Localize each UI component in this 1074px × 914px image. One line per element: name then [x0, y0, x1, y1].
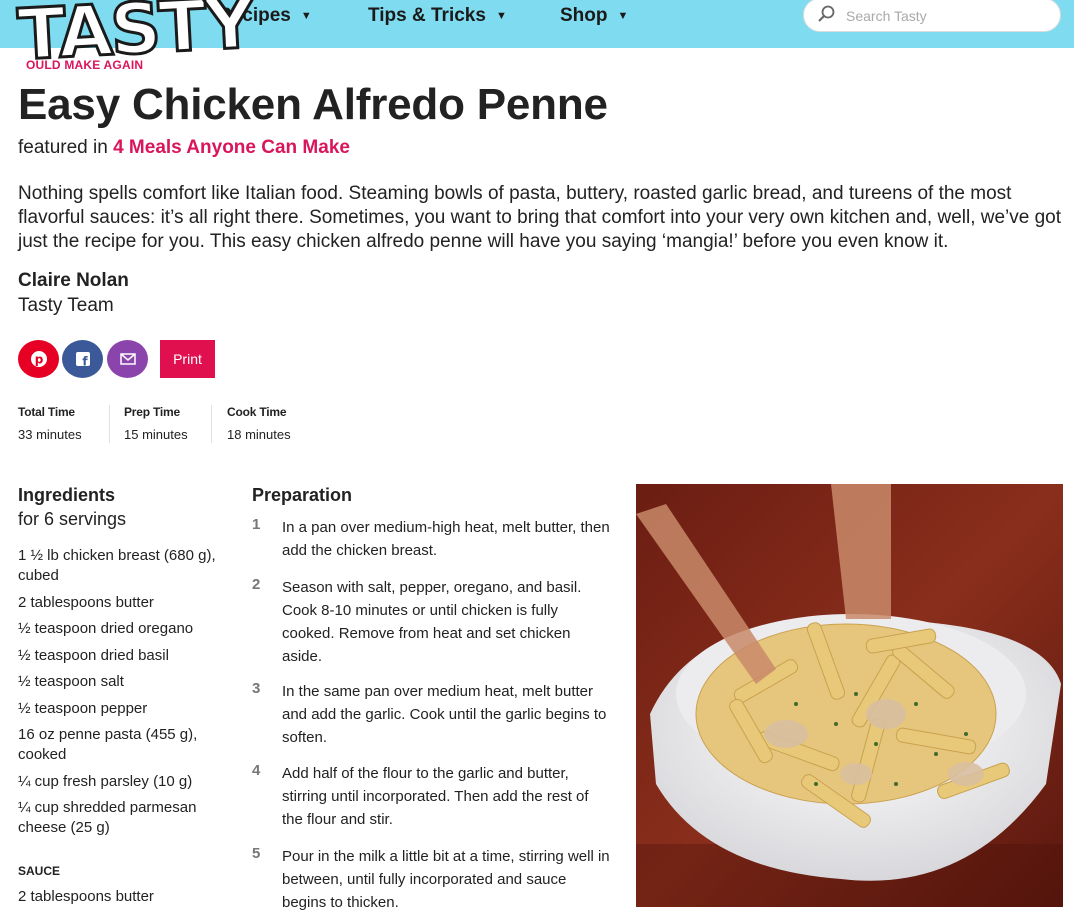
ingredient-item: ½ teaspoon pepper	[18, 699, 148, 717]
chevron-down-icon: ▼	[495, 10, 507, 22]
sauce-heading: SAUCE	[18, 864, 61, 878]
ingredient-item: ½ teaspoon salt	[18, 673, 124, 690]
total-time-value: 33 minutes	[18, 427, 82, 442]
cook-time-value: 18 minutes	[227, 427, 291, 442]
email-share-button[interactable]	[107, 340, 148, 378]
print-button[interactable]: Print	[160, 340, 215, 378]
step-text: In a pan over medium-high heat, melt but…	[282, 519, 610, 559]
time-divider	[109, 405, 110, 443]
prep-time-value: 15 minutes	[124, 427, 188, 442]
ingredient-item: ¼ cup shredded parmesan cheese (25 g)	[18, 799, 197, 836]
svg-text:f: f	[82, 355, 88, 368]
ingredient-item: ¼ cup fresh parsley (10 g)	[18, 772, 193, 790]
recipe-photo	[636, 484, 1063, 907]
ingredients-heading: Ingredients	[18, 485, 116, 505]
prep-time: Prep Time 15 minutes	[124, 405, 188, 442]
svg-text:p: p	[34, 353, 43, 367]
preparation-heading: Preparation	[252, 485, 353, 505]
step-number: 3	[252, 680, 261, 697]
pinterest-share-button[interactable]: p	[18, 340, 59, 378]
step-text: Season with salt, pepper, oregano, and b…	[282, 579, 582, 665]
nav-tips-tricks-label: Tips & Tricks	[368, 5, 486, 26]
facebook-icon: f	[75, 352, 90, 368]
step-number: 5	[252, 845, 261, 862]
pasta-dish-image	[636, 484, 1063, 907]
email-icon	[119, 353, 136, 365]
search-input[interactable]	[844, 4, 1048, 28]
prep-time-label: Prep Time	[124, 405, 181, 419]
step-text: Pour in the milk a little bit at a time,…	[282, 848, 610, 911]
servings-text: for 6 servings	[18, 509, 127, 529]
total-time-label: Total Time	[18, 405, 75, 419]
step-text: In the same pan over medium heat, melt b…	[282, 683, 607, 746]
search-icon	[818, 5, 835, 22]
nav-shop-label: Shop	[560, 5, 608, 26]
featured-prefix: featured in	[18, 137, 108, 158]
nav-shop[interactable]: Shop ▼	[560, 0, 628, 32]
ingredient-item: 16 oz penne pasta (455 g), cooked	[18, 726, 198, 763]
ingredient-item: 2 tablespoons butter	[18, 888, 154, 905]
sauce-ingredient-list: 2 tablespoons butter	[18, 887, 233, 907]
time-divider	[211, 405, 212, 443]
ingredient-item: 1 ½ lb chicken breast (680 g), cubed	[18, 547, 216, 584]
author-name[interactable]: Claire Nolan	[18, 270, 129, 292]
step-number: 2	[252, 576, 261, 593]
facebook-share-button[interactable]: f	[62, 340, 103, 378]
ingredient-list: 1 ½ lb chicken breast (680 g), cubed 2 t…	[18, 546, 233, 845]
total-time: Total Time 33 minutes	[18, 405, 82, 442]
step-number: 4	[252, 762, 261, 779]
cook-time-label: Cook Time	[227, 405, 287, 419]
chevron-down-icon: ▼	[617, 10, 629, 22]
recipe-description: Nothing spells comfort like Italian food…	[18, 183, 1062, 252]
chevron-down-icon: ▼	[300, 10, 312, 22]
step-text: Add half of the flour to the garlic and …	[282, 765, 589, 828]
tasty-logo[interactable]: TASTY	[15, 0, 257, 78]
featured-in: featured in 4 Meals Anyone Can Make	[18, 137, 350, 159]
pinterest-icon: p	[30, 351, 47, 367]
ingredient-item: ½ teaspoon dried basil	[18, 646, 169, 664]
search-box[interactable]	[803, 0, 1061, 32]
featured-link[interactable]: 4 Meals Anyone Can Make	[113, 137, 350, 158]
ingredient-item: 2 tablespoons butter	[18, 593, 154, 611]
recipe-title: Easy Chicken Alfredo Penne	[18, 80, 608, 129]
nav-tips-tricks[interactable]: Tips & Tricks ▼	[368, 0, 507, 32]
step-number: 1	[252, 516, 261, 533]
author-team: Tasty Team	[18, 295, 114, 316]
cook-time: Cook Time 18 minutes	[227, 405, 291, 442]
ingredient-item: ½ teaspoon dried oregano	[18, 620, 194, 637]
